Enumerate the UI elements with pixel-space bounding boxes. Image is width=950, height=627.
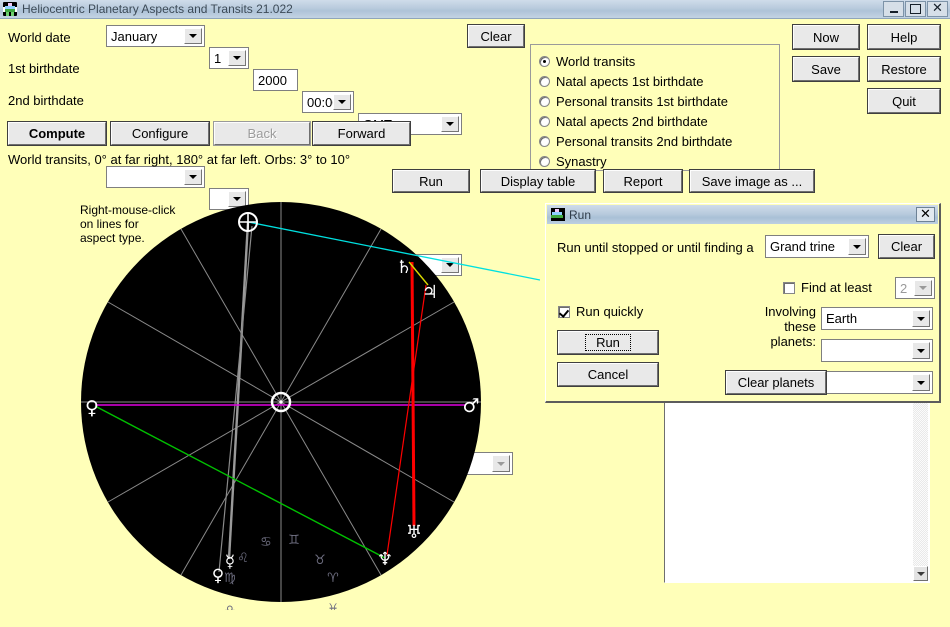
run-dialog-run-button[interactable]: Run bbox=[557, 330, 659, 355]
planet-select-1[interactable]: Earth bbox=[821, 307, 933, 330]
window-title-bar: Heliocentric Planetary Aspects and Trans… bbox=[0, 0, 950, 19]
app-icon bbox=[551, 208, 565, 221]
configure-button[interactable]: Configure bbox=[110, 121, 210, 146]
world-date-time-select[interactable]: 00:00 bbox=[302, 91, 354, 113]
planet-uranus[interactable]: ♅ bbox=[406, 522, 422, 543]
chevron-down-icon[interactable] bbox=[914, 280, 932, 296]
chevron-down-icon[interactable] bbox=[441, 116, 459, 132]
svg-text:♉: ♉ bbox=[314, 553, 326, 568]
run-quickly-row[interactable]: Run quickly bbox=[558, 304, 643, 319]
chevron-down-icon[interactable] bbox=[912, 310, 930, 327]
find-at-least-checkbox[interactable] bbox=[783, 281, 795, 294]
planet-saturn[interactable]: ♄ bbox=[396, 257, 412, 278]
run-quickly-checkbox[interactable] bbox=[558, 305, 570, 318]
chevron-down-icon[interactable] bbox=[228, 50, 246, 66]
find-at-least-row[interactable]: Find at least bbox=[783, 280, 872, 295]
find-at-least-count-select[interactable]: 2 bbox=[895, 277, 935, 299]
save-image-button[interactable]: Save image as ... bbox=[689, 169, 815, 193]
clear-planets-button[interactable]: Clear planets bbox=[725, 370, 827, 395]
radio-icon[interactable] bbox=[539, 115, 550, 127]
mode-option-synastry[interactable]: Synastry bbox=[539, 153, 607, 169]
svg-text:♓: ♓ bbox=[327, 602, 339, 610]
mode-option-natal-1st[interactable]: Natal apects 1st birthdate bbox=[539, 73, 703, 89]
run-dialog-title: Run bbox=[569, 207, 592, 222]
planet-mars[interactable]: ♂ bbox=[462, 395, 479, 417]
mode-option-personal-2nd[interactable]: Personal transits 2nd birthdate bbox=[539, 133, 732, 149]
run-dialog-close-button[interactable]: ✕ bbox=[916, 207, 935, 222]
world-date-label: World date bbox=[8, 30, 71, 45]
quit-button[interactable]: Quit bbox=[867, 88, 941, 114]
aspect-chart[interactable]: Right-mouse-click on lines for aspect ty… bbox=[0, 190, 540, 610]
window-controls: ✕ bbox=[882, 1, 950, 17]
svg-text:♈: ♈ bbox=[327, 571, 339, 586]
restore-button[interactable]: Restore bbox=[867, 56, 941, 82]
scroll-down-button[interactable] bbox=[913, 566, 928, 581]
chevron-down-icon[interactable] bbox=[184, 28, 202, 44]
back-button[interactable]: Back bbox=[213, 121, 311, 146]
date-form: World date January 1 2000 00:00 GMT Clea… bbox=[0, 19, 950, 475]
run-dialog-title-bar: Run ✕ bbox=[547, 205, 938, 224]
now-button[interactable]: Now bbox=[792, 24, 860, 50]
compute-button[interactable]: Compute bbox=[7, 121, 107, 146]
chevron-down-icon[interactable] bbox=[848, 238, 866, 255]
chevron-down-icon[interactable] bbox=[333, 94, 351, 110]
planet-pluto[interactable]: ♀ bbox=[212, 566, 224, 586]
planet-select-3[interactable] bbox=[821, 371, 933, 394]
mode-radio-group: World transits Natal apects 1st birthdat… bbox=[530, 44, 780, 171]
svg-text:♊: ♊ bbox=[288, 533, 300, 548]
radio-icon[interactable] bbox=[539, 155, 550, 167]
svg-text:♎: ♎ bbox=[224, 603, 236, 610]
aspect-type-select[interactable]: Grand trine bbox=[765, 235, 869, 258]
help-button[interactable]: Help bbox=[867, 24, 941, 50]
run-button[interactable]: Run bbox=[392, 169, 470, 193]
world-date-month-select[interactable]: January bbox=[106, 25, 205, 47]
display-table-button[interactable]: Display table bbox=[480, 169, 596, 193]
svg-text:♍: ♍ bbox=[224, 571, 236, 586]
mode-option-world-transits[interactable]: World transits bbox=[539, 53, 635, 69]
first-birthdate-month-select[interactable] bbox=[106, 166, 205, 188]
chevron-down-icon[interactable] bbox=[184, 169, 202, 185]
run-prompt-label: Run until stopped or until finding a bbox=[557, 240, 754, 255]
planet-select-2[interactable] bbox=[821, 339, 933, 362]
chart-svg[interactable]: ♋ ♊ ♉ ♈ ♓ ♒ ♑ ♐ ♏ ♎ ♍ ♌ bbox=[0, 190, 540, 610]
planet-earth[interactable] bbox=[238, 212, 258, 232]
planet-mercury[interactable]: ☿ bbox=[225, 552, 235, 572]
report-button[interactable]: Report bbox=[603, 169, 683, 193]
mode-option-personal-1st[interactable]: Personal transits 1st birthdate bbox=[539, 93, 728, 109]
clear-aspect-button[interactable]: Clear bbox=[878, 234, 935, 259]
mode-option-natal-2nd[interactable]: Natal apects 2nd birthdate bbox=[539, 113, 708, 129]
chevron-down-icon[interactable] bbox=[912, 342, 930, 359]
radio-icon[interactable] bbox=[539, 135, 550, 147]
forward-button[interactable]: Forward bbox=[312, 121, 411, 146]
svg-text:♌: ♌ bbox=[237, 551, 249, 566]
second-birthdate-label: 2nd birthdate bbox=[8, 93, 84, 108]
first-birthdate-label: 1st birthdate bbox=[8, 61, 80, 76]
radio-icon[interactable] bbox=[539, 95, 550, 107]
planet-neptune[interactable]: ♆ bbox=[377, 549, 393, 570]
chevron-down-icon[interactable] bbox=[912, 374, 930, 391]
planet-jupiter[interactable]: ♃ bbox=[422, 282, 438, 303]
clear-date-button[interactable]: Clear bbox=[467, 24, 525, 48]
save-button[interactable]: Save bbox=[792, 56, 860, 82]
run-dialog-cancel-button[interactable]: Cancel bbox=[557, 362, 659, 387]
radio-icon[interactable] bbox=[539, 75, 550, 87]
involving-planets-label: Involving these planets: bbox=[764, 304, 816, 349]
status-info-line: World transits, 0° at far right, 180° at… bbox=[8, 152, 351, 167]
radio-icon[interactable] bbox=[539, 55, 550, 67]
close-button[interactable]: ✕ bbox=[927, 1, 948, 17]
app-icon bbox=[3, 2, 17, 16]
window-title: Heliocentric Planetary Aspects and Trans… bbox=[22, 2, 293, 16]
svg-text:♋: ♋ bbox=[260, 535, 272, 550]
planet-venus[interactable]: ♀ bbox=[85, 397, 99, 419]
maximize-button[interactable] bbox=[905, 1, 926, 17]
run-dialog: Run ✕ Run until stopped or until finding… bbox=[545, 203, 941, 403]
world-date-year-input[interactable]: 2000 bbox=[253, 69, 298, 91]
minimize-button[interactable] bbox=[883, 1, 904, 17]
aspect-line-saturn-uranus[interactable] bbox=[410, 261, 416, 527]
world-date-day-select[interactable]: 1 bbox=[209, 47, 249, 69]
